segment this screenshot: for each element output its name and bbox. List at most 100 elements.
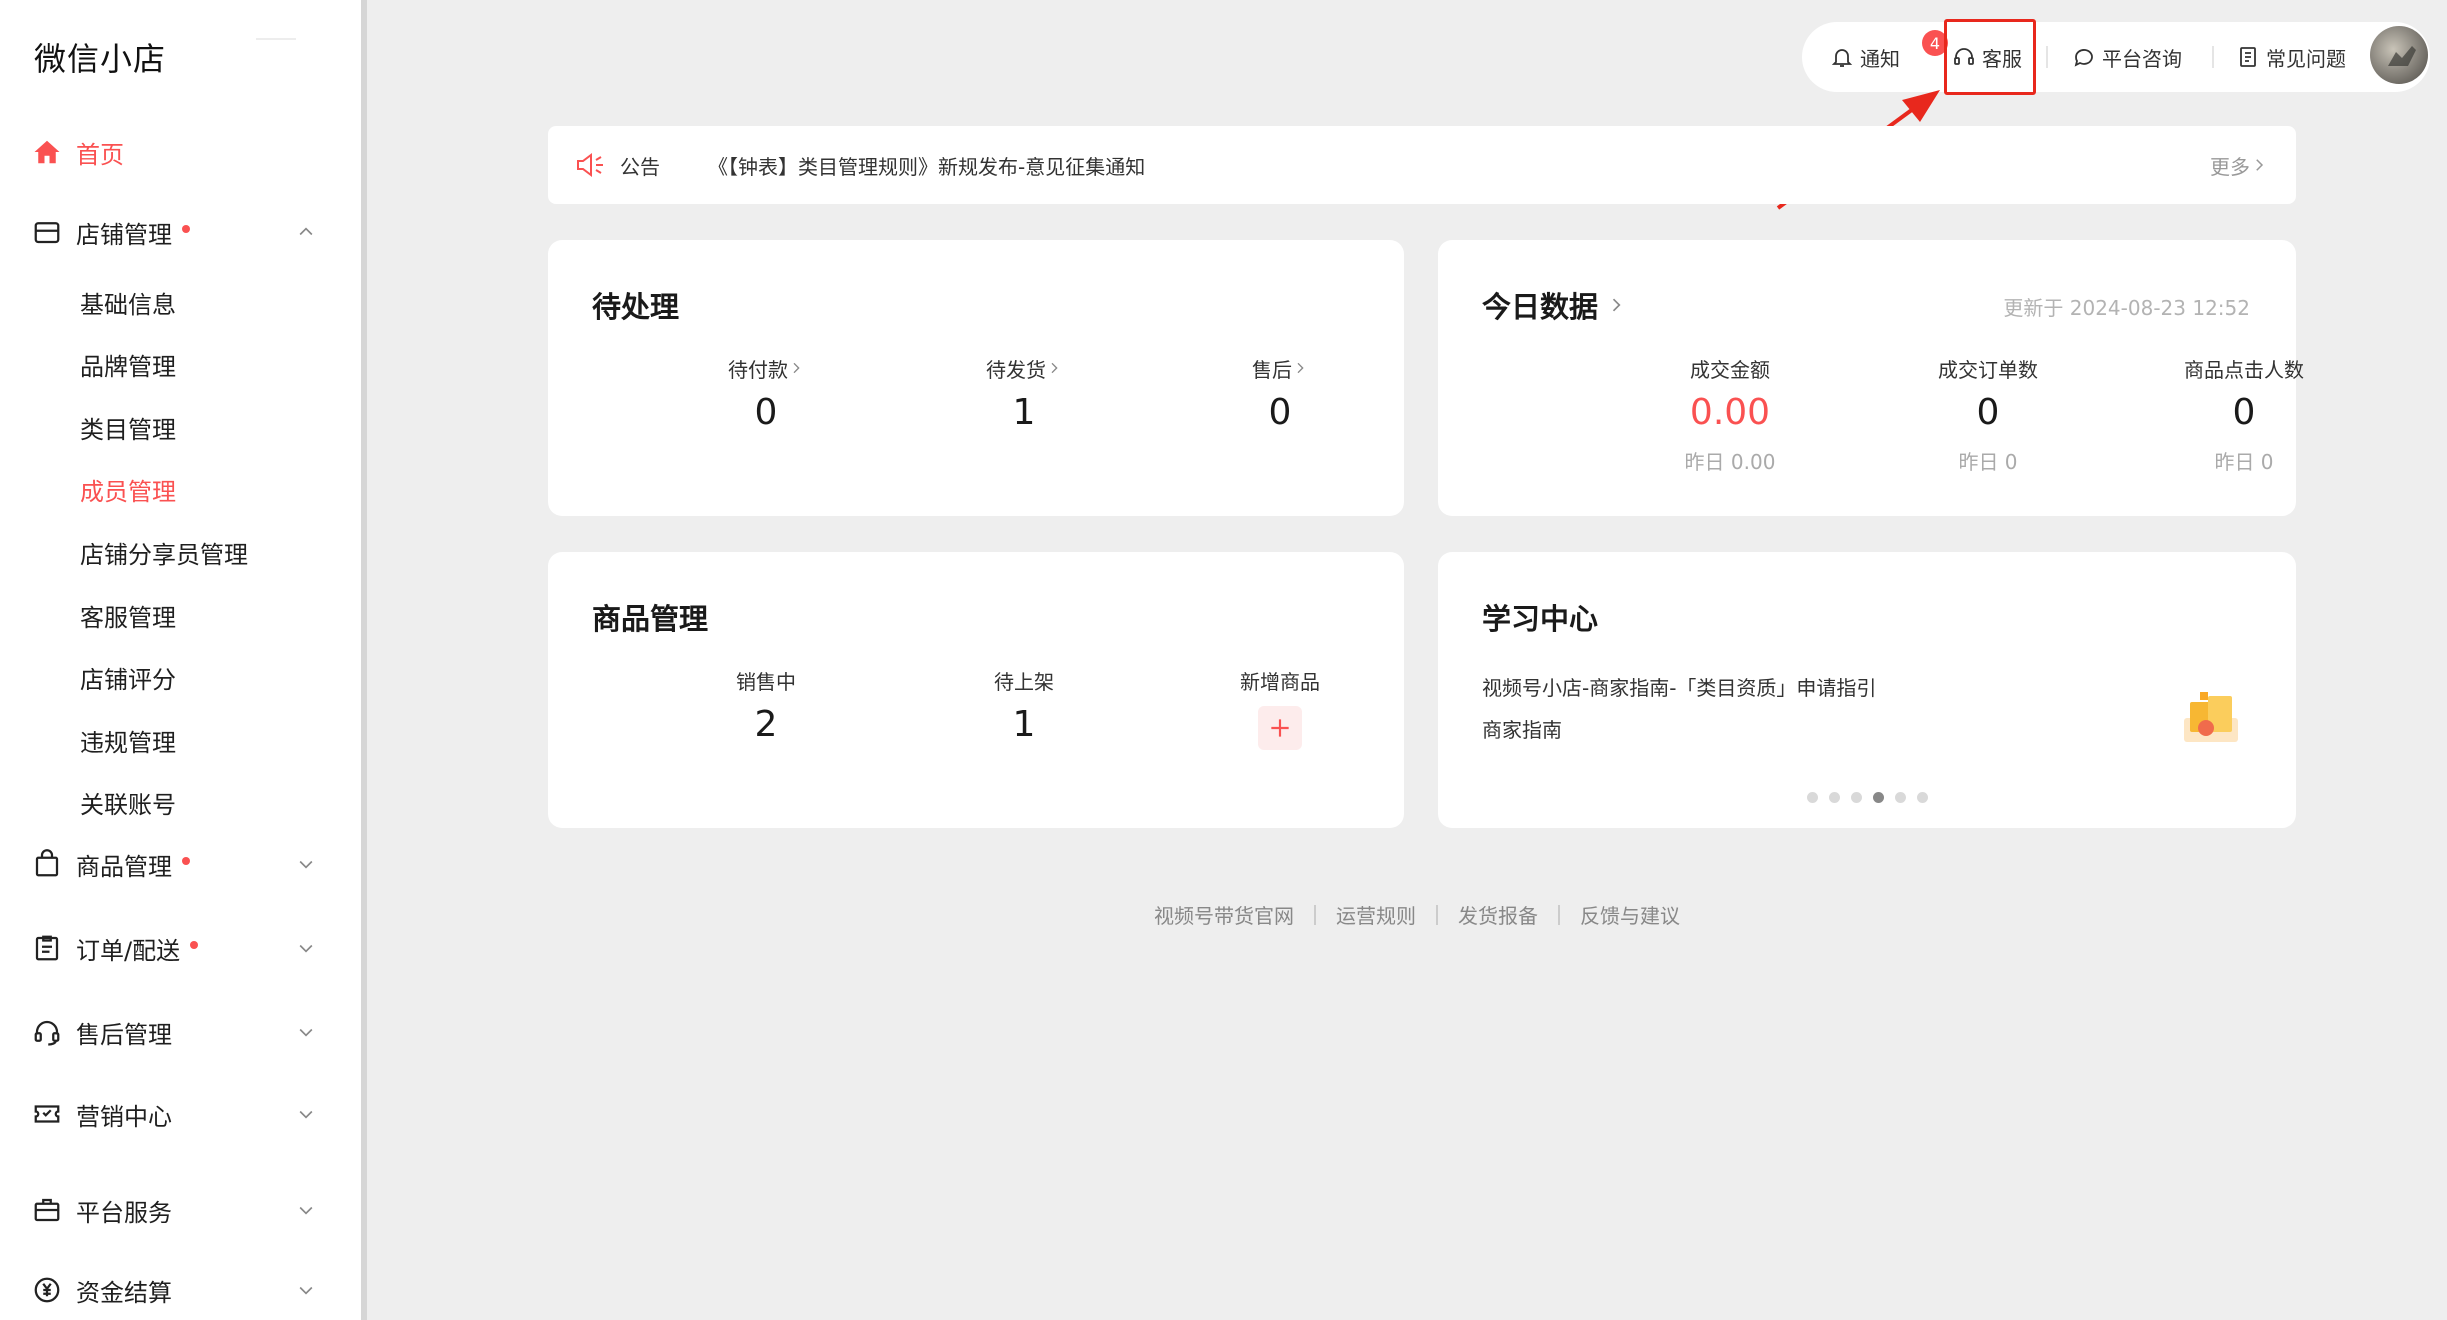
stat-label: 待付款 (728, 357, 788, 382)
more-label: 更多 (2210, 154, 2250, 179)
briefcase-icon (30, 1193, 64, 1227)
sidebar-subitem-sharers[interactable]: 店铺分享员管理 (80, 532, 248, 572)
add-product-button[interactable] (1258, 706, 1302, 750)
footer-link-shipping[interactable]: 发货报备 (1458, 900, 1538, 929)
sidebar-item-label: 营销中心 (76, 1102, 172, 1131)
stat-value: 0 (1976, 392, 2000, 433)
faq-label: 常见问题 (2266, 46, 2346, 71)
stat-to-list[interactable]: 待上架 1 (904, 666, 1144, 750)
chevron-right-icon (2256, 159, 2264, 171)
products-card: 商品管理 销售中 2 待上架 1 新增商品 (548, 552, 1404, 828)
sidebar-item-marketing[interactable]: 营销中心 (30, 1090, 172, 1138)
announcement-bar[interactable]: 公告 《【钟表】类目管理规则》新规发布-意见征集通知 更多 (548, 126, 2296, 204)
stat-value: 0 (1268, 392, 1292, 433)
stat-label: 待上架 (994, 669, 1054, 694)
today-data-card: 今日数据 更新于 2024-08-23 12:52 成交金额 0.00 昨日 0… (1438, 240, 2304, 516)
carousel-dot[interactable] (1828, 792, 1840, 803)
app-logo: 微信小店 (34, 40, 167, 78)
stat-yesterday: 昨日 0.00 (1684, 450, 1776, 474)
announcement-text[interactable]: 《【钟表】类目管理规则》新规发布-意见征集通知 (708, 151, 1145, 180)
store-icon (30, 215, 64, 249)
sidebar-subitem-customer-service[interactable]: 客服管理 (80, 595, 176, 635)
avatar[interactable] (2370, 26, 2428, 84)
sidebar-subitem-category[interactable]: 类目管理 (80, 407, 176, 447)
sidebar-subitem-rating[interactable]: 店铺评分 (80, 657, 176, 697)
carousel-dot[interactable] (1806, 792, 1818, 803)
stat-label: 售后 (1252, 357, 1292, 382)
sidebar-subitem-violations[interactable]: 违规管理 (80, 720, 176, 760)
stat-value: 0 (754, 392, 778, 433)
stat-yesterday: 昨日 0 (2214, 450, 2274, 474)
carousel-dots[interactable] (1438, 792, 2296, 803)
divider (2212, 46, 2214, 68)
carousel-dot[interactable] (1850, 792, 1862, 803)
sidebar-item-platform[interactable]: 平台服务 (30, 1186, 172, 1234)
sidebar-item-goods[interactable]: 商品管理 (30, 840, 190, 888)
new-dot (182, 857, 190, 865)
footer-link-rules[interactable]: 运营规则 (1336, 900, 1416, 929)
sidebar-subitem-linked-accounts[interactable]: 关联账号 (80, 782, 176, 822)
stat-pending-shipment[interactable]: 待发货 1 (904, 354, 1144, 438)
sidebar-subitem-members[interactable]: 成员管理 (80, 469, 176, 509)
sidebar-subitem-basic-info[interactable]: 基础信息 (80, 282, 176, 322)
chevron-down-icon[interactable] (292, 1196, 320, 1224)
sidebar-item-funds[interactable]: 资金结算 (30, 1266, 172, 1314)
carousel-dot[interactable] (1894, 792, 1906, 803)
sidebar-item-home[interactable]: 首页 (30, 128, 124, 176)
learning-category: 商家指南 (1482, 718, 1562, 742)
chevron-down-icon[interactable] (292, 1100, 320, 1128)
stat-add-product: 新增商品 (1160, 666, 1400, 750)
learning-article-link[interactable]: 视频号小店-商家指南-「类目资质」申请指引 (1482, 672, 1876, 701)
yuan-icon (30, 1273, 64, 1307)
stat-value: 0.00 (1689, 392, 1771, 433)
today-data-title[interactable]: 今日数据 (1482, 284, 1626, 326)
chevron-up-icon[interactable] (292, 218, 320, 246)
stat-orders: 成交订单数 0 昨日 0 (1868, 354, 2108, 475)
footer-links: 视频号带货官网 运营规则 发货报备 反馈与建议 (1154, 900, 1680, 929)
stat-aftersale[interactable]: 售后 0 (1160, 354, 1400, 438)
chevron-right-icon (1051, 362, 1058, 374)
announcement-label: 公告 (620, 154, 660, 179)
stat-value: 0 (2232, 392, 2256, 433)
sidebar-item-orders[interactable]: 订单/配送 (30, 924, 199, 972)
divider (1558, 904, 1560, 925)
stat-value: 1 (1012, 704, 1036, 745)
platform-consult-button[interactable]: 平台咨询 (2072, 22, 2182, 92)
chevron-down-icon[interactable] (292, 850, 320, 878)
stat-label: 销售中 (736, 669, 796, 694)
chat-bubble-icon (2074, 49, 2093, 67)
announcement-more-link[interactable]: 更多 (2210, 151, 2268, 180)
chevron-down-icon[interactable] (292, 1018, 320, 1046)
sidebar-item-aftersale[interactable]: 售后管理 (30, 1008, 172, 1056)
bag-icon (30, 847, 64, 881)
divider (256, 38, 296, 40)
chevron-down-icon[interactable] (292, 1276, 320, 1304)
card-title: 待处理 (592, 290, 680, 324)
faq-button[interactable]: 常见问题 (2236, 22, 2346, 92)
chevron-right-icon (1297, 362, 1304, 374)
chevron-right-icon (793, 362, 800, 374)
plus-icon (1271, 719, 1289, 737)
stat-gmv: 成交金额 0.00 昨日 0.00 (1610, 354, 1850, 475)
document-icon (2240, 47, 2256, 67)
carousel-dot[interactable] (1916, 792, 1928, 803)
stat-label: 待发货 (986, 357, 1046, 382)
carousel-dot-active[interactable] (1872, 792, 1884, 803)
notification-button[interactable]: 通知 4 (1830, 22, 1948, 92)
sidebar-item-label: 资金结算 (76, 1278, 172, 1307)
stat-on-sale[interactable]: 销售中 2 (646, 666, 886, 750)
megaphone-icon (577, 153, 603, 177)
sidebar-subitem-brand[interactable]: 品牌管理 (80, 344, 176, 384)
stat-label: 商品点击人数 (2184, 357, 2304, 382)
stat-product-clicks: 商品点击人数 0 昨日 0 (2124, 354, 2364, 475)
footer-link-official[interactable]: 视频号带货官网 (1154, 900, 1294, 929)
card-title: 商品管理 (592, 602, 709, 636)
divider (1314, 904, 1316, 925)
annotation-highlight-box (1944, 19, 2036, 95)
sidebar-item-shop[interactable]: 店铺管理 (30, 208, 190, 256)
stat-pending-payment[interactable]: 待付款 0 (646, 354, 886, 438)
learning-center-card: 学习中心 视频号小店-商家指南-「类目资质」申请指引 商家指南 (1438, 552, 2296, 828)
footer-link-feedback[interactable]: 反馈与建议 (1580, 900, 1680, 929)
chevron-down-icon[interactable] (292, 934, 320, 962)
platform-consult-label: 平台咨询 (2102, 46, 2182, 71)
